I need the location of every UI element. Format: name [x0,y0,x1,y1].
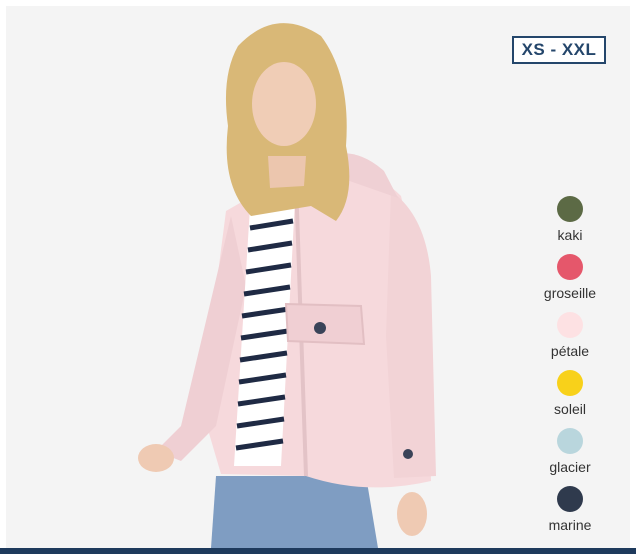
color-label: pétale [550,343,590,359]
color-swatch-glacier[interactable]: glacier [534,428,606,486]
color-label: kaki [557,227,583,243]
color-dot [557,486,583,512]
color-dot [557,428,583,454]
color-swatch-list: kaki groseille pétale soleil glacier mar… [534,196,606,544]
color-label: groseille [543,285,597,301]
product-panel: XS - XXL kaki groseille pétale soleil gl… [6,6,630,548]
color-label: glacier [549,459,591,475]
color-swatch-soleil[interactable]: soleil [534,370,606,428]
color-label: marine [548,517,592,533]
color-swatch-kaki[interactable]: kaki [534,196,606,254]
size-range-badge: XS - XXL [512,36,606,64]
color-dot [557,196,583,222]
color-dot [557,370,583,396]
color-swatch-marine[interactable]: marine [534,486,606,544]
bottom-accent-bar [0,548,636,554]
color-swatch-groseille[interactable]: groseille [534,254,606,312]
color-dot [557,312,583,338]
color-dot [557,254,583,280]
color-swatch-petale[interactable]: pétale [534,312,606,370]
color-label: soleil [554,401,586,417]
